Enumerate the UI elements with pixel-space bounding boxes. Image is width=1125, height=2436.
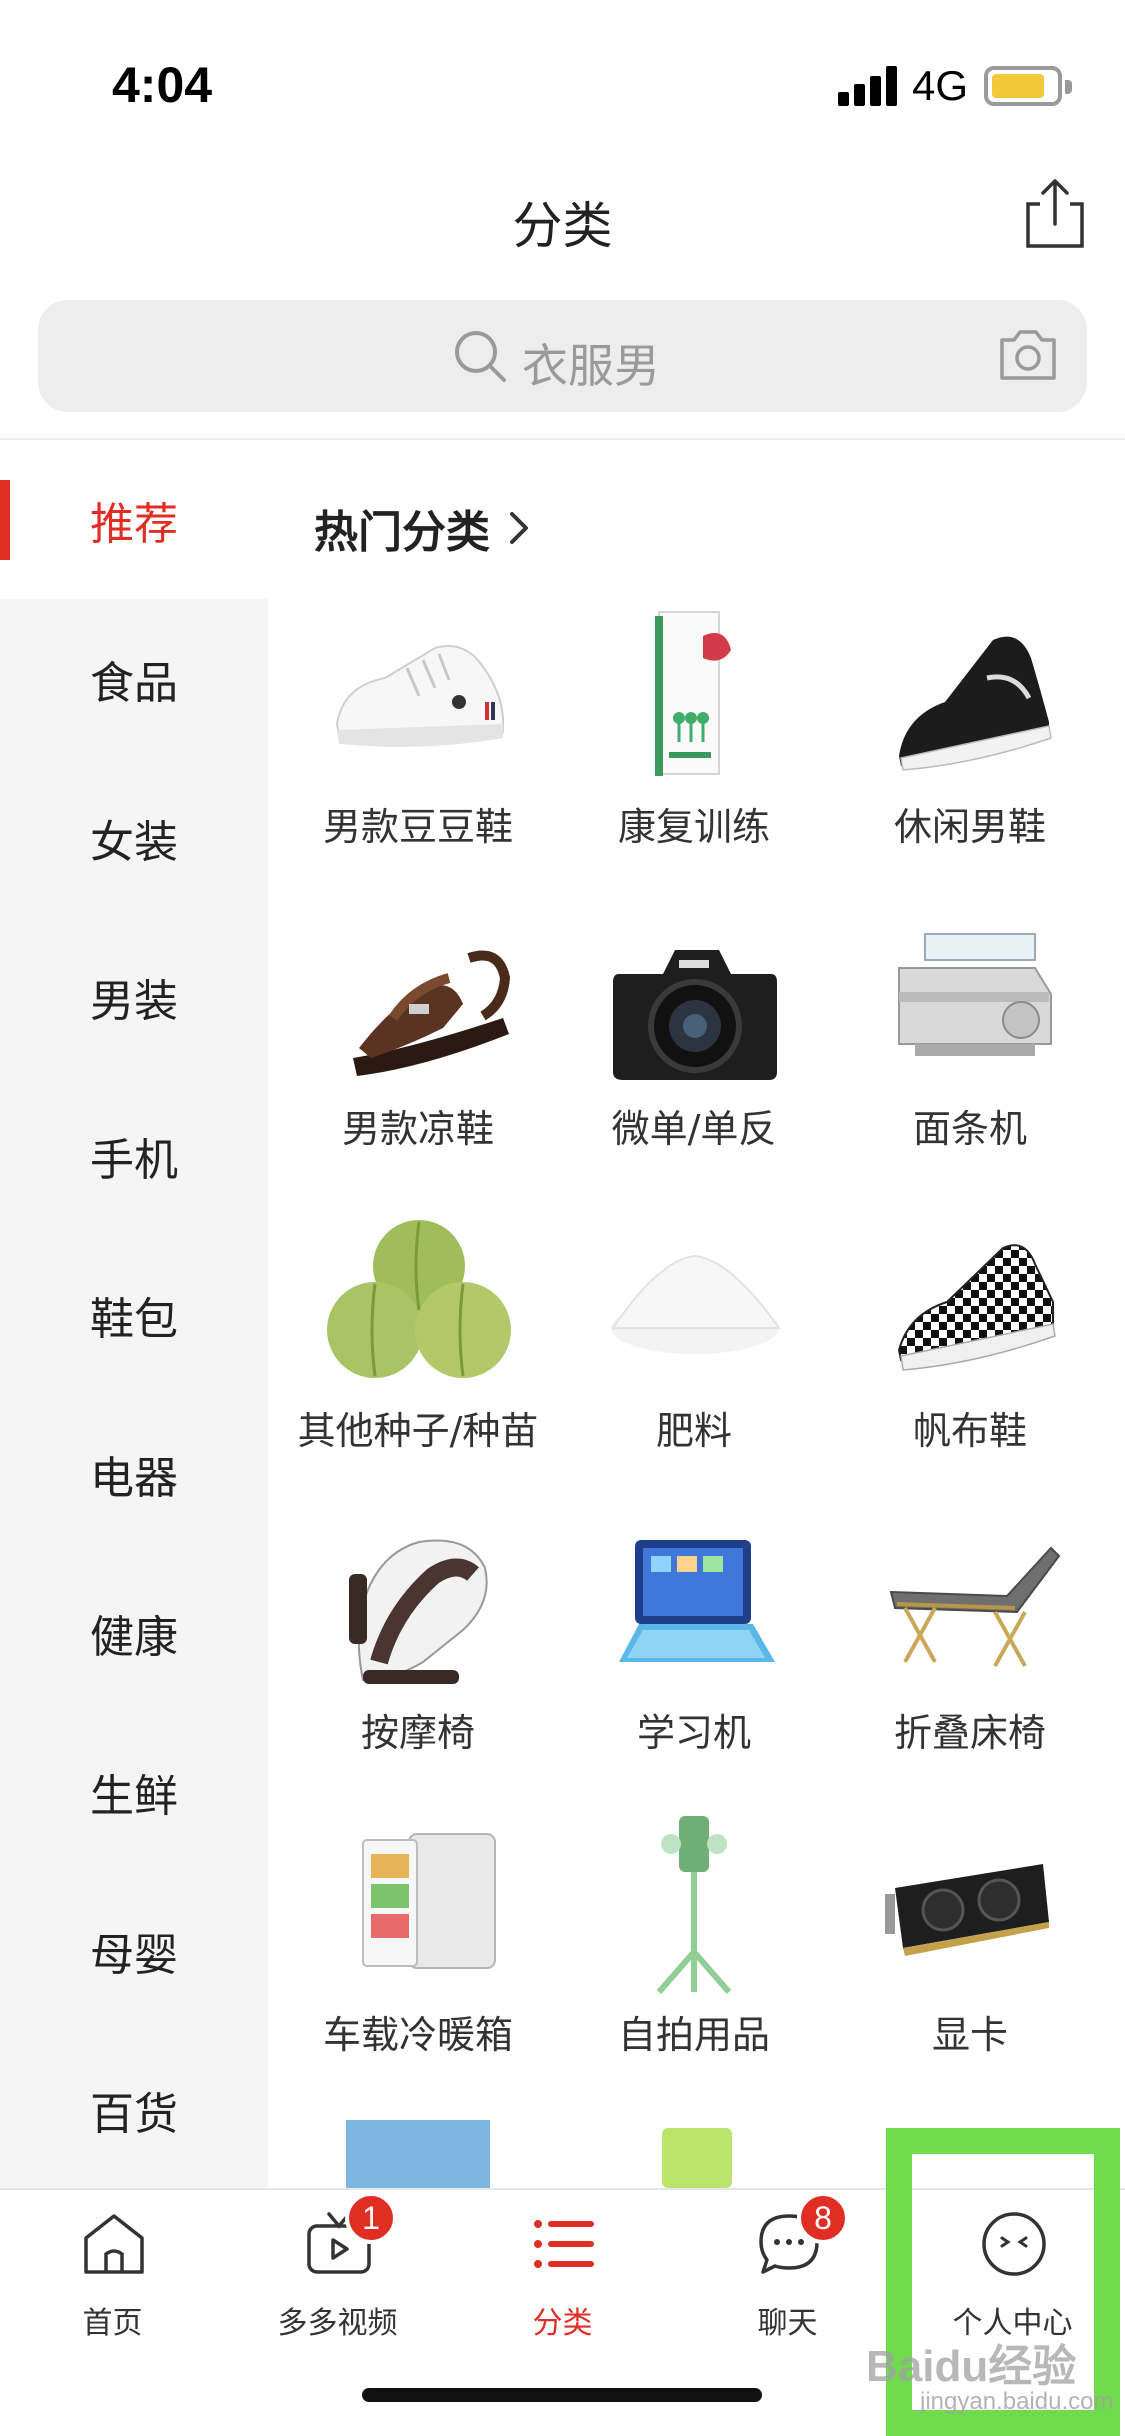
battery-icon	[984, 66, 1072, 106]
category-list-icon	[534, 2220, 594, 2268]
sidebar-item-label: 母婴	[90, 1929, 178, 1981]
category-item[interactable]: 其他种子/种苗	[280, 1210, 556, 1510]
dslr-camera-icon	[613, 950, 777, 1080]
sidebar-item-label: 健康	[90, 1611, 178, 1663]
category-item[interactable]: 微单/单反	[556, 908, 832, 1208]
category-item-label: 自拍用品	[617, 2013, 770, 2057]
partial-item	[662, 2128, 732, 2188]
mini-fridge-icon	[362, 1833, 496, 1969]
camera-icon[interactable]	[996, 326, 1060, 384]
watermark-url: jingyan.baidu.com	[920, 2388, 1114, 2415]
sidebar-item-shoes-bags[interactable]: 鞋包	[0, 1235, 268, 1394]
watermark: Baidu经验	[866, 2342, 1077, 2391]
sidebar-item-appliances[interactable]: 电器	[0, 1394, 268, 1553]
sidebar-item-fresh[interactable]: 生鲜	[0, 1712, 268, 1871]
selfie-stick-icon	[656, 1816, 732, 1994]
sidebar-item-label: 电器	[90, 1452, 178, 1504]
sidebar-item-general[interactable]: 百货	[0, 2030, 268, 2189]
home-icon	[84, 2214, 144, 2274]
category-item[interactable]: 显卡	[832, 1814, 1108, 2114]
network-type: 4G	[912, 62, 969, 109]
tab-category[interactable]: 分类	[450, 2198, 675, 2348]
sidebar-item-mens[interactable]: 男装	[0, 917, 268, 1076]
leather-sandal-icon	[353, 950, 511, 1076]
sidebar-item-phones[interactable]: 手机	[0, 1076, 268, 1235]
page-title: 分类	[512, 197, 613, 255]
category-item-label: 微单/单反	[611, 1107, 777, 1151]
category-item[interactable]: 面条机	[832, 908, 1108, 1208]
fertilizer-pile-icon	[611, 1254, 781, 1354]
category-item-label: 显卡	[931, 2013, 1008, 2057]
tab-label: 分类	[532, 2306, 593, 2341]
category-item[interactable]: 休闲男鞋	[832, 606, 1108, 906]
category-item-label: 学习机	[636, 1711, 751, 1755]
category-item-label: 康复训练	[617, 805, 770, 849]
category-item-label: 男款凉鞋	[341, 1107, 494, 1151]
training-kit-box-icon	[655, 611, 731, 776]
signal-icon	[838, 66, 900, 106]
massage-chair-icon	[349, 1539, 488, 1684]
category-item[interactable]: 折叠床椅	[832, 1512, 1108, 1812]
category-item-label: 休闲男鞋	[893, 805, 1046, 849]
category-item[interactable]: 肥料	[556, 1210, 832, 1510]
category-item[interactable]: 学习机	[556, 1512, 832, 1812]
sidebar-item-label: 女装	[90, 816, 178, 868]
category-item[interactable]: 车载冷暖箱	[280, 1814, 556, 2114]
sidebar-item-recommend[interactable]: 推荐	[0, 440, 268, 599]
black-sneaker-icon	[899, 636, 1052, 771]
sidebar-item-label: 鞋包	[90, 1293, 178, 1345]
section-title[interactable]: 热门分类	[314, 496, 490, 560]
video-badge: 1	[345, 2192, 397, 2244]
noodle-machine-icon	[898, 933, 1052, 1056]
sidebar-item-label: 男装	[90, 975, 178, 1027]
sidebar-item-baby[interactable]: 母婴	[0, 1871, 268, 2030]
active-indicator	[0, 480, 10, 560]
status-time: 4:04	[112, 57, 213, 113]
category-item-label: 按摩椅	[360, 1711, 475, 1755]
category-item[interactable]: 帆布鞋	[832, 1210, 1108, 1510]
category-item-label: 折叠床椅	[893, 1711, 1046, 1755]
sidebar-item-label: 食品	[90, 657, 178, 709]
sidebar-item-food[interactable]: 食品	[0, 599, 268, 758]
category-item-label: 其他种子/种苗	[297, 1409, 539, 1453]
category-item-label: 肥料	[655, 1409, 732, 1453]
tab-label: 多多视频	[277, 2306, 398, 2341]
search-input[interactable]: 衣服男	[522, 330, 660, 396]
tab-label: 首页	[82, 2306, 143, 2341]
category-item-label: 面条机	[912, 1107, 1027, 1151]
status-bar: 4:04 4G	[0, 0, 1125, 150]
share-icon[interactable]	[1024, 178, 1086, 250]
category-sidebar: 推荐 食品 女装 男装 手机 鞋包 电器 健康 生鲜 母婴 百货	[0, 440, 268, 2190]
search-icon	[455, 331, 506, 382]
partial-item	[346, 2120, 490, 2188]
learning-tablet-icon	[619, 1540, 775, 1662]
tab-home[interactable]: 首页	[0, 2198, 225, 2348]
tab-chat[interactable]: 8 聊天	[675, 2192, 900, 2348]
white-sneaker-icon	[335, 645, 504, 747]
sidebar-item-health[interactable]: 健康	[0, 1553, 268, 1712]
chat-badge: 8	[797, 2192, 849, 2244]
chevron-right-icon[interactable]	[506, 508, 532, 548]
sidebar-item-label: 生鲜	[90, 1770, 178, 1822]
green-fruit-icon	[327, 1220, 511, 1378]
sidebar-item-label: 推荐	[90, 498, 178, 550]
category-item[interactable]: 自拍用品	[556, 1814, 832, 2114]
sidebar-item-womens[interactable]: 女装	[0, 758, 268, 917]
category-item[interactable]: 康复训练	[556, 606, 832, 906]
category-item[interactable]: 男款凉鞋	[280, 908, 556, 1208]
sidebar-item-label: 手机	[90, 1134, 178, 1186]
folding-bed-icon	[889, 1546, 1061, 1667]
category-item-label: 帆布鞋	[912, 1409, 1027, 1453]
category-item-label: 男款豆豆鞋	[322, 805, 513, 849]
category-item[interactable]: 按摩椅	[280, 1512, 556, 1812]
category-item-label: 车载冷暖箱	[322, 2013, 513, 2057]
sidebar-item-label: 百货	[90, 2088, 178, 2140]
checkered-sneaker-icon	[897, 1244, 1056, 1371]
tab-video[interactable]: 1 多多视频	[225, 2192, 450, 2348]
graphics-card-icon	[885, 1864, 1049, 1956]
category-item[interactable]: 男款豆豆鞋	[280, 606, 556, 906]
home-indicator	[362, 2388, 762, 2402]
